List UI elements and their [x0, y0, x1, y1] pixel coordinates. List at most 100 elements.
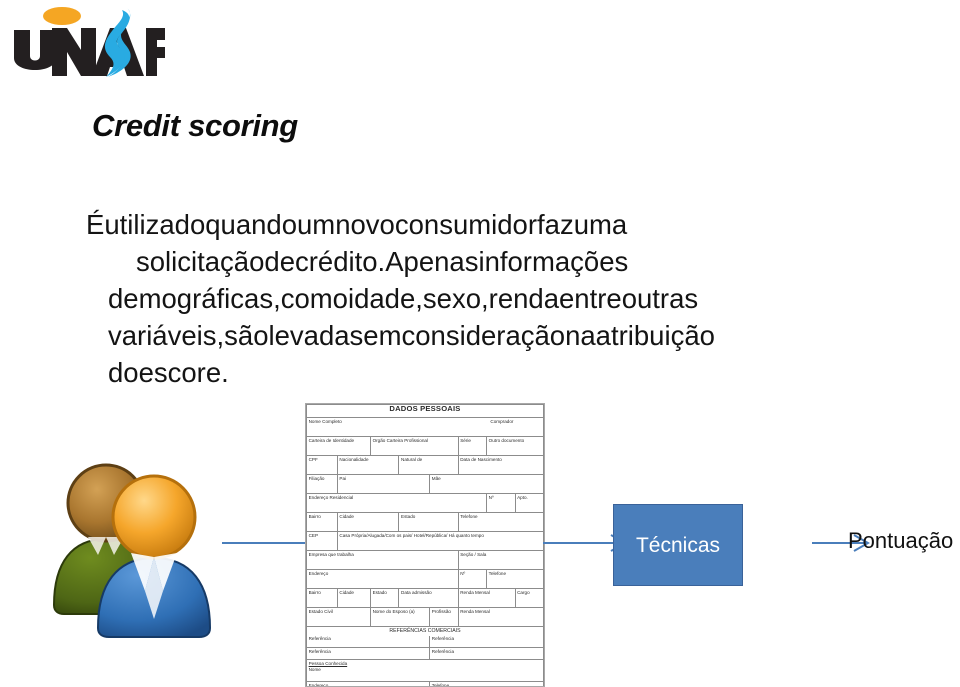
field-estado-civil: Estado Civil — [306, 607, 371, 627]
field-label: Comprador — [490, 418, 514, 424]
form-table: DADOS PESSOAIS Nome Completo Comprador C… — [306, 404, 544, 686]
field-serie: Série — [457, 436, 488, 456]
word: solicitação — [136, 246, 265, 277]
word: variáveis, — [108, 320, 225, 351]
table-row: Endereço Telefone — [306, 681, 544, 686]
field-cpf: CPF — [306, 455, 338, 475]
word: levadas — [268, 320, 364, 351]
word: quando — [205, 209, 298, 240]
field-estado-2: Estado — [369, 588, 400, 608]
word: crédito. — [295, 246, 386, 277]
field-cidade-2: Cidade — [336, 588, 371, 608]
body-line-5: doescore. — [86, 354, 960, 391]
field-cep: CEP — [306, 531, 338, 551]
logo-dark-letters — [14, 28, 165, 76]
word: novo — [335, 209, 395, 240]
form-title: DADOS PESSOAIS — [306, 404, 544, 418]
word: consumidor — [394, 209, 538, 240]
word: como — [280, 283, 348, 314]
word: sexo, — [422, 283, 489, 314]
field-pai: Pai — [336, 474, 431, 494]
table-row: Endereço Nº Telefone — [306, 569, 544, 589]
field-cidade: Cidade — [336, 512, 400, 532]
word: entre — [559, 283, 622, 314]
field-renda-mensal: Renda Mensal — [457, 588, 516, 608]
field-secao-sala: Seção / Sala — [457, 550, 544, 570]
field-telefone-2: Telefone — [486, 569, 544, 589]
tecnicas-box[interactable]: Técnicas — [613, 504, 743, 586]
word: um — [297, 209, 336, 240]
field-estado: Estado — [398, 512, 459, 532]
table-row: Referência Referência — [306, 635, 544, 648]
field-nome-completo: Nome Completo Comprador — [306, 417, 544, 437]
field-referencia-2a: Referência — [306, 647, 431, 660]
pontuacao-label: Pontuação — [848, 528, 954, 553]
table-row: DADOS PESSOAIS — [306, 404, 544, 418]
word: renda — [488, 283, 559, 314]
word: de — [264, 246, 295, 277]
credit-application-form: DADOS PESSOAIS Nome Completo Comprador C… — [305, 403, 545, 687]
field-data-nascimento: Data de Nascimento — [457, 455, 544, 475]
table-row: Carteira de Identidade Orgão Carteira Pr… — [306, 436, 544, 456]
field-label: Nome Completo — [308, 418, 342, 424]
word: utilizado — [104, 209, 206, 240]
field-numero-2: Nº — [457, 569, 488, 589]
field-numero: Nº — [486, 493, 516, 513]
field-renda-mensal-2: Renda Mensal — [457, 607, 544, 627]
word: faz — [537, 209, 574, 240]
field-carteira-identidade: Carteira de Identidade — [306, 436, 371, 456]
field-bairro-2: Bairro — [306, 588, 338, 608]
field-label: Nome — [308, 666, 321, 672]
tecnicas-label: Técnicas — [635, 533, 721, 557]
field-endereco: Endereço — [306, 569, 459, 589]
field-telefone-3: Telefone — [429, 681, 544, 686]
field-referencia-1a: Referência — [306, 635, 431, 648]
body-line-1: Éutilizadoquandoumnovoconsumidorfazuma — [86, 206, 960, 243]
field-natural-de: Natural de — [398, 455, 459, 475]
field-apto: Apto. — [514, 493, 544, 513]
field-pessoa-conhecida: Pessoa Conhecida Nome — [306, 659, 544, 682]
field-outro-documento: Outro documento — [486, 436, 544, 456]
body-line-3: demográficas,comoidade,sexo,rendaentreou… — [86, 280, 960, 317]
field-orgao-carteira: Orgão Carteira Profissional — [369, 436, 459, 456]
form-section-referencias: REFERÊNCIAS COMERCIAIS — [306, 626, 544, 636]
field-cargo: Cargo — [514, 588, 544, 608]
field-referencia-1b: Referência — [429, 635, 544, 648]
table-row: REFERÊNCIAS COMERCIAIS — [306, 626, 544, 636]
field-data-admissao: Data admissão — [398, 588, 459, 608]
word: idade, — [347, 283, 423, 314]
univasf-logo — [14, 7, 165, 77]
field-mae: Mãe — [429, 474, 544, 494]
page-title: Credit scoring — [92, 108, 298, 143]
table-row: Endereço Residencial Nº Apto. — [306, 493, 544, 513]
field-endereco-residencial: Endereço Residencial — [306, 493, 488, 513]
word: É — [86, 209, 105, 240]
body-line-4: variáveis,sãolevadasemconsideraçãonaatri… — [86, 317, 960, 354]
field-nacionalidade: Nacionalidade — [336, 455, 400, 475]
word: Apenas — [385, 246, 479, 277]
table-row: Referência Referência — [306, 647, 544, 660]
logo-orange-ellipse — [43, 7, 81, 25]
field-profissao: Profissão — [429, 607, 459, 627]
table-row: Empresa que trabalha Seção / Sala — [306, 550, 544, 570]
field-telefone: Telefone — [457, 512, 544, 532]
table-row: CPF Nacionalidade Natural de Data de Nas… — [306, 455, 544, 475]
word: são — [224, 320, 269, 351]
table-row: Nome Completo Comprador — [306, 417, 544, 437]
field-empresa-trabalha: Empresa que trabalha — [306, 550, 459, 570]
field-endereco-3: Endereço — [306, 681, 431, 686]
users-icon — [52, 463, 212, 638]
word: outras — [621, 283, 699, 314]
word: consideração — [401, 320, 566, 351]
field-nome-esposo: Nome do Esposo (a) — [369, 607, 431, 627]
slide-body-text: Éutilizadoquandoumnovoconsumidorfazuma s… — [86, 206, 960, 391]
field-moradia: Casa Própria/Alugada/Com os pais/ Hotel/… — [336, 531, 544, 551]
table-row: Filiação Pai Mãe — [306, 474, 544, 494]
field-referencia-2b: Referência — [429, 647, 544, 660]
word: do — [108, 357, 139, 388]
word: informações — [478, 246, 629, 277]
table-row: Pessoa Conhecida Nome — [306, 659, 544, 682]
field-bairro: Bairro — [306, 512, 338, 532]
word: escore. — [138, 357, 229, 388]
body-line-2: solicitaçãodecrédito.Apenasinformações — [86, 243, 960, 280]
